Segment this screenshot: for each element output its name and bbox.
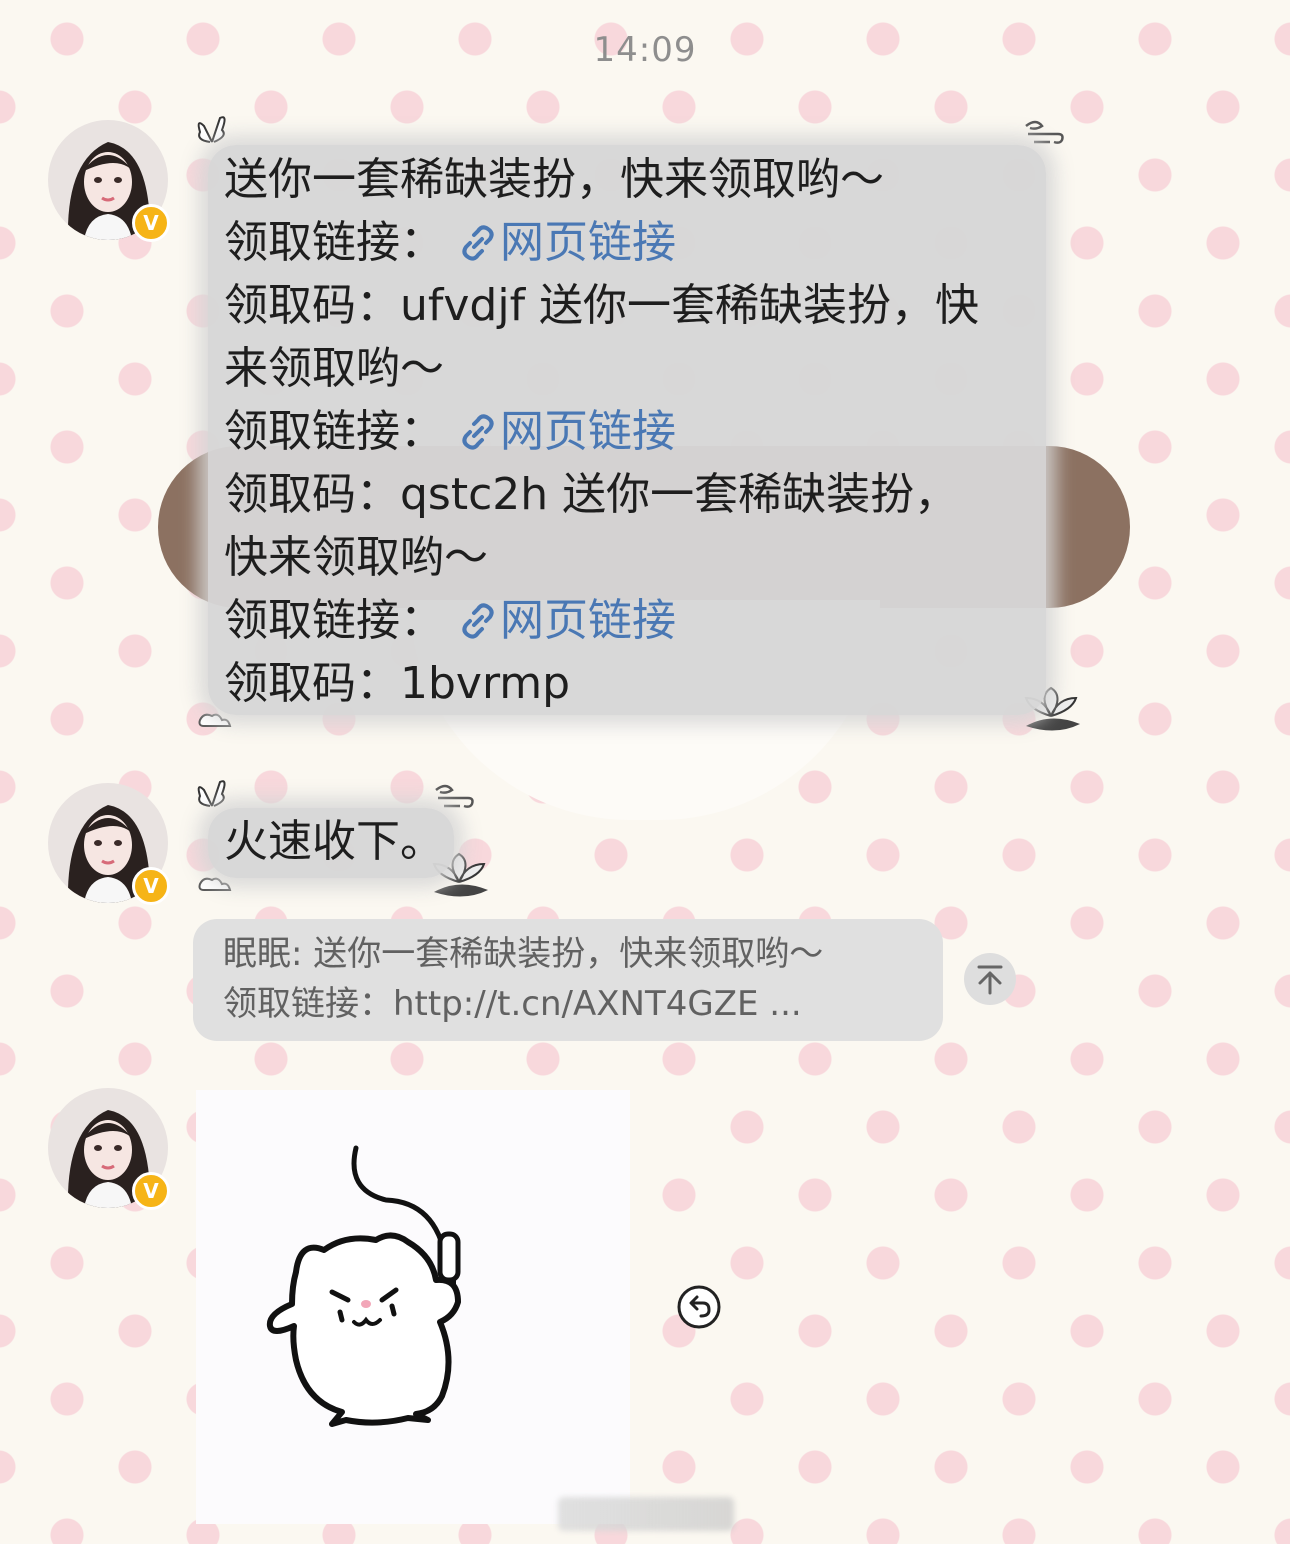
chain-link-icon: [462, 414, 494, 450]
message-line: 送你一套稀缺装扮，快来领取哟～: [224, 154, 884, 205]
reply-button[interactable]: [671, 1279, 727, 1335]
web-link-label: 网页链接: [500, 406, 676, 457]
time-stamp: 14:09: [593, 30, 697, 70]
link-prefix: 领取链接：: [224, 217, 444, 268]
chain-link-icon: [462, 603, 494, 639]
message-bubble[interactable]: 火速收下。: [208, 808, 454, 878]
butterfly-icon: [197, 116, 226, 143]
message-line: 领取码：qstc2h 送你一套稀缺装扮，: [224, 469, 959, 520]
quote-line: 眠眠: 送你一套稀缺装扮，快来领取哟～: [223, 934, 824, 974]
avatar[interactable]: V: [48, 120, 170, 242]
web-link[interactable]: 网页链接: [458, 406, 676, 457]
message-line: 快来领取哟～: [224, 532, 488, 583]
avatar[interactable]: V: [48, 783, 170, 905]
cloud-swirl-icon: [435, 784, 474, 808]
quoted-message[interactable]: 眠眠: 送你一套稀缺装扮，快来领取哟～ 领取链接：http://t.cn/AXN…: [193, 919, 943, 1041]
butterfly-icon: [197, 780, 226, 807]
hamster-mic-sticker: [266, 1145, 461, 1427]
sticker-image[interactable]: [196, 1090, 630, 1524]
web-link[interactable]: 网页链接: [458, 595, 676, 646]
web-link-label: 网页链接: [500, 217, 676, 268]
avatar[interactable]: V: [48, 1088, 170, 1210]
chain-link-icon: [462, 225, 494, 261]
message-text: 火速收下。: [224, 816, 444, 867]
web-link-label: 网页链接: [500, 595, 676, 646]
arrow-up-bar-icon: [977, 965, 1003, 995]
scroll-to-quote-button[interactable]: [964, 953, 1016, 1005]
link-line: 领取链接： 网页链接: [224, 211, 1046, 274]
message-line: 领取码：ufvdjf 送你一套稀缺装扮，快: [224, 280, 980, 331]
undo-arrow-icon: [677, 1285, 721, 1329]
message-bubble[interactable]: 送你一套稀缺装扮，快来领取哟～ 领取链接： 网页链接 领取码：ufvdjf 送你…: [208, 145, 1046, 715]
link-line: 领取链接： 网页链接: [224, 400, 1046, 463]
cloud-swirl-icon: [1025, 120, 1064, 144]
quote-line: 领取链接：http://t.cn/AXNT4GZE ...: [223, 984, 802, 1024]
web-link[interactable]: 网页链接: [458, 217, 676, 268]
link-line: 领取链接： 网页链接: [224, 589, 1046, 652]
verified-badge-icon: V: [132, 1172, 170, 1210]
verified-badge-icon: V: [132, 867, 170, 905]
verified-badge-icon: V: [132, 204, 170, 242]
message-line: 来领取哟～: [224, 343, 444, 394]
link-prefix: 领取链接：: [224, 406, 444, 457]
blurred-overlay: [558, 1497, 734, 1531]
message-line: 领取码：1bvrmp: [224, 658, 571, 709]
link-prefix: 领取链接：: [224, 595, 444, 646]
